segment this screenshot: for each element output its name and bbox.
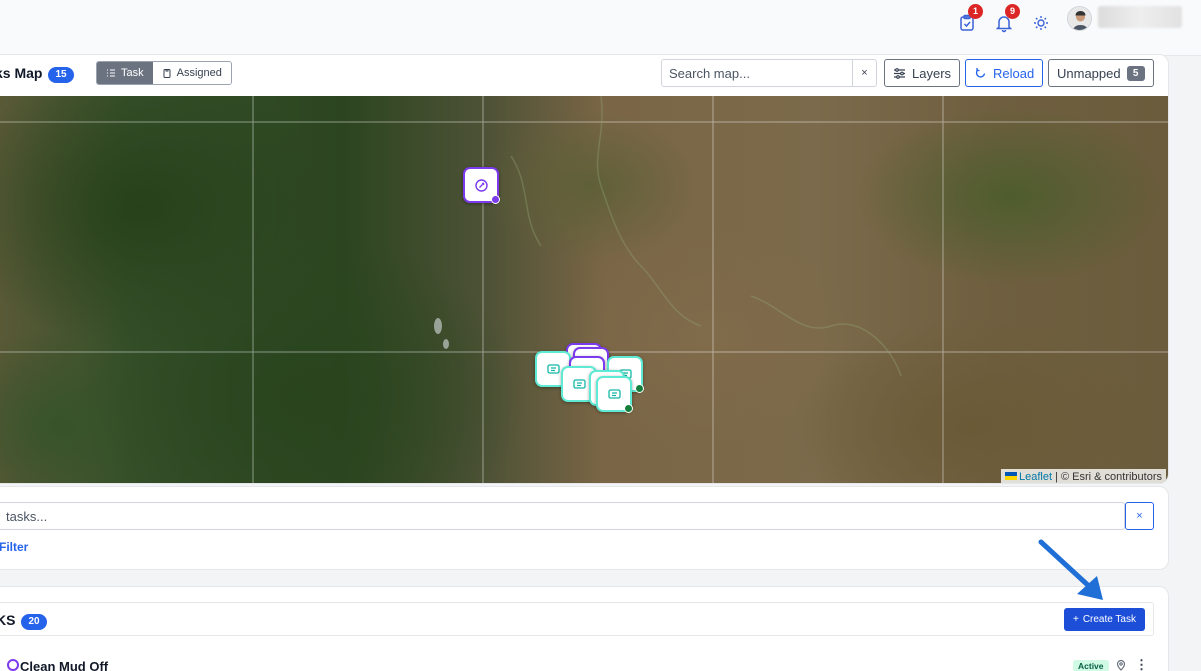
map-title-text: ks Map [0,65,43,81]
assigned-view-button[interactable]: Assigned [152,62,231,84]
tasks-title-text: KS [0,612,16,628]
reload-label: Reload [993,65,1035,81]
view-toggle: Task Assigned [96,61,232,85]
notifications-badge: 9 [1005,4,1020,19]
map-title: ks Map 15 [0,65,74,83]
map-search-clear-button[interactable]: × [852,60,876,86]
map-marker-purple[interactable] [463,167,500,204]
task-filter-panel: tasks... × Filter [0,486,1169,570]
unmapped-count-badge: 5 [1126,65,1145,81]
message-icon [607,388,621,399]
tasks-title: KS 20 [0,612,47,630]
map-toolbar: ks Map 15 Task Assigned × Layers Reload U… [0,55,1168,96]
task-status-circle[interactable] [7,659,19,671]
layers-label: Layers [912,65,952,81]
ukraine-flag-icon [1004,472,1017,480]
map-panel: ks Map 15 Task Assigned × Layers Reload U… [0,54,1169,484]
user-name-redacted[interactable] [1098,6,1182,28]
wrench-icon [474,178,488,192]
task-row-title[interactable]: Clean Mud Off [20,659,108,671]
message-icon [546,363,560,374]
annotation-arrow-icon [1038,539,1103,600]
task-search-input[interactable]: tasks... [0,502,1125,530]
plus-icon: + [1072,614,1079,625]
marker-status-dot [491,195,500,204]
marker-status-dot [624,404,633,413]
tasks-panel: KS 20 + Create Task Clean Mud Off Active … [0,586,1169,671]
bell-icon[interactable]: 9 [994,4,1020,33]
marker-status-dot [635,384,644,393]
user-avatar[interactable] [1067,6,1092,31]
top-bar: 1 9 [0,0,1201,56]
theme-toggle-sun-icon[interactable] [1031,13,1051,33]
reload-button[interactable]: Reload [965,59,1044,87]
attribution-text: | © Esri & contributors [1052,471,1162,483]
task-view-button[interactable]: Task [97,62,153,84]
filter-link[interactable]: Filter [0,540,28,554]
refresh-icon [975,67,986,77]
tasks-badge: 1 [968,4,983,19]
message-icon [572,378,586,389]
unmapped-label: Unmapped [1057,65,1121,81]
map-search-input[interactable] [662,60,852,86]
status-badge: Active [1073,660,1109,671]
leaflet-link[interactable]: Leaflet [1019,471,1052,483]
clipboard-icon [163,69,171,78]
sliders-icon [894,67,905,79]
map-attribution: Leaflet | © Esri & contributors [1000,469,1166,483]
create-task-button[interactable]: + Create Task [1063,608,1145,631]
create-task-label: Create Task [1082,614,1136,625]
tasks-icon[interactable]: 1 [957,4,983,33]
more-options-icon[interactable]: ⋮ [1135,657,1148,671]
map-graticule [0,96,1168,483]
task-search-clear-button[interactable]: × [1125,502,1154,530]
list-icon [107,69,115,77]
tasks-count-badge: 20 [21,614,47,630]
tasks-header: KS 20 + Create Task [0,602,1154,636]
layers-button[interactable]: Layers [884,59,961,87]
map-search: × [661,59,877,87]
assigned-view-label: Assigned [176,67,222,79]
map-count-badge: 15 [48,67,74,83]
map-pin-icon[interactable] [1115,659,1127,671]
map-marker-cluster-item[interactable] [596,376,633,413]
task-view-label: Task [121,67,144,79]
unmapped-button[interactable]: Unmapped 5 [1048,59,1154,87]
map-canvas[interactable]: Leaflet | © Esri & contributors [0,96,1168,483]
